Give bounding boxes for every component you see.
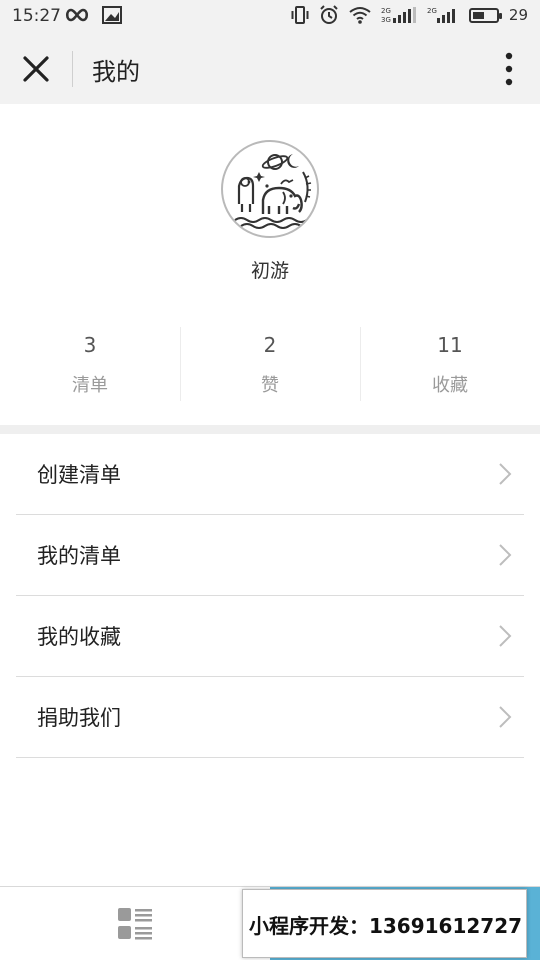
alarm-icon bbox=[320, 5, 338, 24]
menu-item-label: 我的清单 bbox=[37, 544, 121, 568]
page-title: 我的 bbox=[92, 58, 140, 86]
title-bar: 我的 bbox=[0, 34, 540, 104]
chevron-right-icon bbox=[499, 544, 512, 566]
section-divider bbox=[0, 425, 540, 434]
status-right: 2G 3G 2G 29 bbox=[291, 5, 528, 25]
tab-lists[interactable] bbox=[0, 887, 270, 960]
username: 初游 bbox=[250, 260, 289, 282]
chevron-right-icon bbox=[499, 463, 512, 485]
stat-label: 赞 bbox=[261, 375, 279, 396]
svg-text:3G: 3G bbox=[381, 16, 391, 24]
elephant-avatar-icon bbox=[224, 143, 316, 235]
menu-item-donate[interactable]: 捐助我们 bbox=[16, 677, 524, 758]
svg-text:2G: 2G bbox=[381, 7, 391, 15]
battery-level: 29 bbox=[508, 6, 528, 24]
stats-row: 3 清单 2 赞 11 收藏 bbox=[0, 323, 540, 403]
stat-value: 3 bbox=[83, 333, 97, 357]
svg-text:2G: 2G bbox=[427, 7, 437, 15]
stat-value: 2 bbox=[263, 333, 277, 357]
status-time: 15:27 bbox=[12, 6, 61, 26]
menu-item-label: 我的收藏 bbox=[37, 625, 121, 649]
title-divider bbox=[72, 51, 73, 87]
signal-2g-icon: 2G bbox=[427, 7, 455, 23]
stat-label: 收藏 bbox=[432, 375, 468, 396]
more-options-icon[interactable] bbox=[502, 52, 516, 86]
infinity-icon bbox=[65, 8, 89, 22]
menu-item-label: 捐助我们 bbox=[37, 706, 121, 730]
chevron-right-icon bbox=[499, 625, 512, 647]
stat-label: 清单 bbox=[72, 375, 108, 396]
chevron-right-icon bbox=[499, 706, 512, 728]
avatar[interactable] bbox=[221, 140, 319, 238]
vibrate-icon bbox=[291, 6, 309, 24]
image-notification-icon bbox=[102, 6, 122, 24]
close-icon[interactable] bbox=[20, 53, 52, 85]
menu-item-my-favorites[interactable]: 我的收藏 bbox=[16, 596, 524, 677]
stat-favorites[interactable]: 11 收藏 bbox=[360, 323, 540, 403]
menu-item-create-list[interactable]: 创建清单 bbox=[16, 434, 524, 515]
menu-list: 创建清单 我的清单 我的收藏 捐助我们 bbox=[16, 434, 524, 758]
signal-2g3g-icon: 2G3G bbox=[381, 7, 416, 24]
battery-fill bbox=[472, 11, 484, 19]
stat-lists[interactable]: 3 清单 bbox=[0, 323, 180, 403]
wifi-icon bbox=[349, 7, 371, 24]
menu-item-my-lists[interactable]: 我的清单 bbox=[16, 515, 524, 596]
status-left-icons bbox=[64, 6, 122, 24]
stat-value: 11 bbox=[437, 333, 463, 357]
list-icon bbox=[118, 908, 152, 940]
status-bar: 15:27 2G 3G 2G 29 bbox=[0, 0, 540, 34]
promo-banner: 小程序开发：13691612727 bbox=[242, 889, 527, 958]
promo-text: 小程序开发：13691612727 bbox=[248, 914, 523, 938]
battery-icon bbox=[468, 7, 502, 23]
menu-item-label: 创建清单 bbox=[37, 463, 121, 487]
stat-likes[interactable]: 2 赞 bbox=[180, 323, 360, 403]
